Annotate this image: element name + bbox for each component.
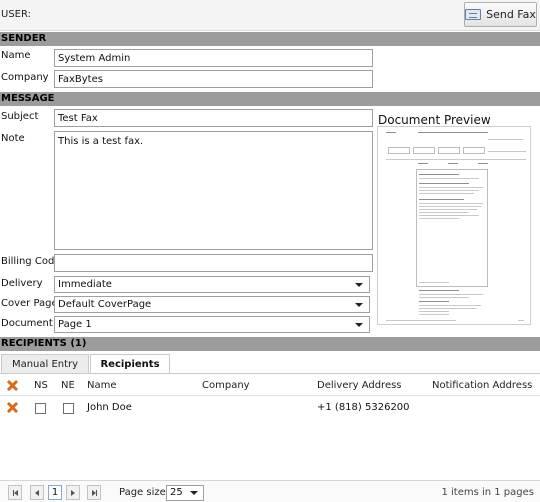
column-company[interactable]: Company xyxy=(202,380,250,391)
page-number-button[interactable]: 1 xyxy=(48,485,62,500)
document-preview-thumbnail xyxy=(377,126,531,325)
ns-checkbox[interactable] xyxy=(35,403,46,414)
name-label: Name xyxy=(1,50,31,61)
recipient-delivery-address: +1 (818) 5326200 xyxy=(317,402,410,413)
prev-page-icon xyxy=(35,489,39,496)
chevron-down-icon xyxy=(355,323,363,327)
tab-divider xyxy=(0,373,540,374)
remove-all-icon[interactable] xyxy=(7,380,18,391)
bar-icon xyxy=(95,489,97,496)
company-label: Company xyxy=(1,72,49,83)
remove-recipient-icon[interactable] xyxy=(7,402,18,413)
sender-company-field[interactable] xyxy=(54,70,373,88)
pager: 1 Page size: 25 1 items in 1 pages xyxy=(0,480,540,502)
column-name[interactable]: Name xyxy=(87,380,117,391)
page-size-label: Page size: xyxy=(119,487,170,498)
pager-info: 1 items in 1 pages xyxy=(441,487,534,498)
message-section-header: MESSAGE xyxy=(0,92,540,106)
note-label: Note xyxy=(1,133,25,144)
table-row: John Doe +1 (818) 5326200 xyxy=(0,398,540,418)
toolbar: USER: Send Fax xyxy=(0,0,540,31)
document-label: Document xyxy=(1,318,53,329)
tab-manual-entry-label: Manual Entry xyxy=(11,359,79,370)
document-value: Page 1 xyxy=(58,319,92,330)
tab-recipients[interactable]: Recipients xyxy=(90,354,170,374)
column-notification-address[interactable]: Notification Address xyxy=(432,380,532,391)
cover-page-select[interactable]: Default CoverPage xyxy=(54,296,370,313)
user-label: USER: xyxy=(1,9,31,20)
tab-manual-entry[interactable]: Manual Entry xyxy=(1,354,89,374)
next-page-button[interactable] xyxy=(66,485,80,500)
subject-label: Subject xyxy=(1,111,39,122)
fax-icon xyxy=(465,9,482,20)
chevron-down-icon xyxy=(355,303,363,307)
prev-page-button[interactable] xyxy=(30,485,44,500)
delivery-select[interactable]: Immediate xyxy=(54,276,370,293)
recipients-section-header: RECIPIENTS (1) xyxy=(0,337,540,351)
sender-name-field[interactable] xyxy=(54,49,373,67)
page-size-select[interactable]: 25 xyxy=(166,485,204,501)
column-delivery-address[interactable]: Delivery Address xyxy=(317,380,402,391)
recipients-table-header: NS NE Name Company Delivery Address Noti… xyxy=(0,376,540,396)
page-size-value: 25 xyxy=(170,487,183,498)
cover-page-label: Cover Page xyxy=(1,298,58,309)
delivery-value: Immediate xyxy=(58,279,112,290)
document-preview-title: Document Preview xyxy=(378,113,491,127)
ne-checkbox[interactable] xyxy=(63,403,74,414)
billing-code-field[interactable] xyxy=(54,254,373,272)
tab-recipients-label: Recipients xyxy=(100,358,160,370)
sender-section-header: SENDER xyxy=(0,32,540,46)
first-page-button[interactable] xyxy=(8,485,22,500)
cover-page-value: Default CoverPage xyxy=(58,299,152,310)
column-ns[interactable]: NS xyxy=(34,380,48,391)
billing-code-label: Billing Code xyxy=(1,256,61,267)
recipient-name: John Doe xyxy=(87,402,132,413)
chevron-down-icon xyxy=(355,283,363,287)
delivery-label: Delivery xyxy=(1,278,43,289)
note-field[interactable]: This is a test fax. xyxy=(54,131,373,250)
subject-field[interactable] xyxy=(54,109,373,127)
last-page-button[interactable] xyxy=(87,485,101,500)
send-fax-label: Send Fax xyxy=(486,8,536,21)
chevron-down-icon xyxy=(190,491,198,495)
column-ne[interactable]: NE xyxy=(61,380,75,391)
next-page-icon xyxy=(71,489,75,496)
send-fax-button[interactable]: Send Fax xyxy=(464,2,537,27)
first-page-icon xyxy=(13,489,18,496)
document-select[interactable]: Page 1 xyxy=(54,316,370,333)
